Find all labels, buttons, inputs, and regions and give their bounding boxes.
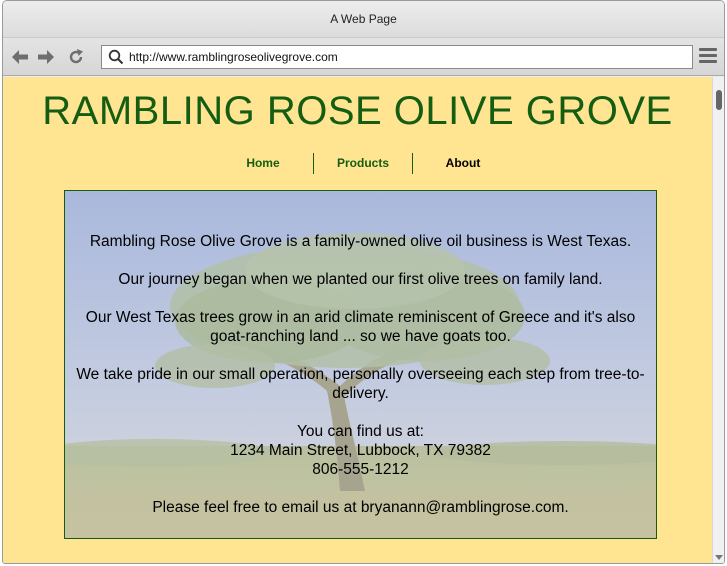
phone-text: 806-555-1212 (312, 461, 409, 478)
page-viewport: RAMBLING ROSE OLIVE GROVE Home Products … (3, 77, 724, 563)
nav-link-home[interactable]: Home (213, 153, 313, 174)
url-input[interactable] (129, 48, 684, 66)
site-title: RAMBLING ROSE OLIVE GROVE (42, 89, 673, 133)
climate-paragraph: Our West Texas trees grow in an arid cli… (85, 309, 636, 345)
forward-arrow-icon[interactable] (36, 47, 56, 67)
intro-paragraph: Rambling Rose Olive Grove is a family-ow… (89, 233, 632, 250)
site-navigation: Home Products About (213, 153, 513, 174)
address-text: 1234 Main Street, Lubbock, TX 79382 (230, 442, 491, 459)
search-icon (108, 49, 124, 65)
browser-window: A Web Page RAMBLING (2, 0, 725, 564)
journey-paragraph: Our journey began when we planted our fi… (118, 271, 603, 288)
pride-paragraph: We take pride in our small operation, pe… (76, 366, 645, 402)
browser-toolbar (3, 38, 724, 76)
window-titlebar: A Web Page (3, 1, 724, 38)
reload-icon[interactable] (66, 47, 86, 67)
contact-block: You can find us at: 1234 Main Street, Lu… (75, 422, 646, 479)
scroll-down-arrow-icon[interactable] (715, 555, 723, 560)
about-text: Rambling Rose Olive Grove is a family-ow… (65, 191, 656, 538)
about-content-box: Rambling Rose Olive Grove is a family-ow… (64, 190, 657, 539)
vertical-scrollbar[interactable] (712, 77, 724, 563)
find-us-label: You can find us at: (297, 423, 424, 440)
nav-link-about[interactable]: About (413, 153, 513, 174)
back-arrow-icon[interactable] (10, 47, 30, 67)
address-bar[interactable] (101, 45, 693, 69)
scrollbar-thumb[interactable] (716, 90, 722, 110)
hamburger-menu-icon[interactable] (699, 48, 717, 66)
nav-link-products[interactable]: Products (312, 153, 414, 174)
email-paragraph: Please feel free to email us at bryanann… (152, 499, 569, 516)
